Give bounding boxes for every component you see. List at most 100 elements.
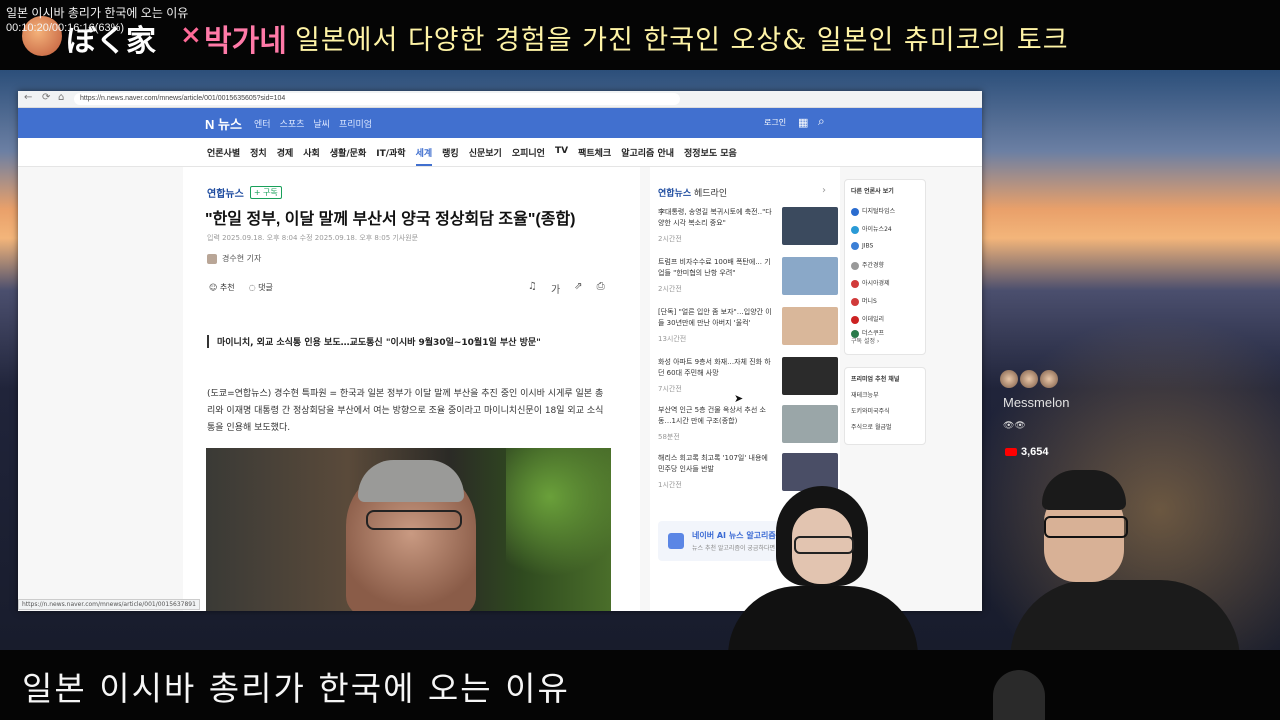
category-tab[interactable]: 팩트체크 [578, 146, 611, 166]
headline-item[interactable]: 부산역 인근 5층 건물 옥상서 추선 소동…1시간 만에 구조(종합) 58분… [658, 405, 838, 449]
category-tab[interactable]: 오피니언 [512, 146, 545, 166]
recommend-label: 추천 [219, 283, 235, 292]
service-link-sports[interactable]: 스포츠 [280, 117, 305, 130]
category-tab[interactable]: 알고리즘 안내 [621, 146, 674, 166]
reporter-name[interactable]: 경수현 기자 [207, 253, 261, 264]
photo-person-hair [358, 460, 464, 502]
category-tab[interactable]: 생활/문화 [330, 146, 366, 166]
article-summary: 마이니치, 외교 소식통 인용 보도…교도통신 "이시바 9월30일~10월1일… [207, 335, 597, 348]
press-logo[interactable]: 연합뉴스 [207, 185, 244, 200]
category-tab[interactable]: TV [555, 146, 568, 166]
headline-time: 2시간전 [658, 235, 682, 243]
tts-icon[interactable]: ♫ [528, 281, 537, 296]
premium-channel-link[interactable]: 재테크능부 [851, 390, 879, 399]
press-name: 머니S [862, 298, 877, 305]
category-tab[interactable]: 신문보기 [469, 146, 502, 166]
avatar [1020, 370, 1038, 388]
article: 연합뉴스 + 구독 "한일 정부, 이달 말께 부산서 양국 정상회담 조율"(… [183, 167, 640, 611]
headline-text: 해리스 회고록 최고록 '107일' 내용에 민주당 인사들 반발 [658, 454, 768, 473]
press-link[interactable]: 머니S [851, 296, 877, 306]
category-tab[interactable]: 정정보도 모음 [684, 146, 737, 166]
press-icon [851, 297, 859, 306]
press-link[interactable]: 이데일리 [851, 314, 884, 324]
press-link[interactable]: 아이뉴스24 [851, 224, 892, 234]
naver-news-logo[interactable]: N 뉴스 [205, 114, 242, 133]
press-icon [851, 225, 859, 234]
photo-person-glasses [366, 510, 462, 530]
press-name: 아이뉴스24 [862, 226, 892, 233]
service-link-weather[interactable]: 날씨 [313, 117, 330, 130]
headline-thumbnail [782, 307, 838, 345]
press-link[interactable]: JIBS [851, 242, 873, 250]
status-bar-url: https://n.news.naver.com/mnews/article/0… [18, 599, 200, 610]
category-tab[interactable]: 정치 [250, 146, 267, 166]
apps-grid-icon[interactable]: ▦ [798, 116, 808, 129]
press-link[interactable]: 디지털타임스 [851, 206, 895, 216]
host-woman-glasses [794, 536, 854, 554]
search-icon[interactable]: ⌕ [818, 114, 825, 129]
home-icon[interactable]: ⌂ [58, 92, 64, 103]
premium-recommend-title: 프리미엄 추천 채널 [851, 376, 900, 383]
press-link[interactable]: 아시아경제 [851, 278, 890, 288]
url-field[interactable]: https://n.news.naver.com/mnews/article/0… [74, 93, 680, 105]
reload-icon[interactable]: ⟳ [42, 92, 50, 103]
smile-icon: ☺ [209, 283, 220, 292]
other-press-panel: 다른 언론사 보기 디지털타임스 아이뉴스24 JIBS 주간경향 아시아경제 … [844, 179, 926, 355]
avatar [1040, 370, 1058, 388]
headline-item[interactable]: 李대통령, 송영길 복귀시토에 축전.."다양한 시각 복소리 중요" 2시간전 [658, 207, 838, 251]
subscription-settings-link[interactable]: 구독 설정 › [851, 336, 879, 345]
comment-button[interactable]: ◌ 댓글 [249, 282, 273, 293]
ai-news-icon [668, 533, 684, 549]
category-nav: 언론사별 정치 경제 사회 생활/문화 IT/과학 세계 랭킹 신문보기 오피니… [18, 138, 982, 167]
print-icon[interactable]: ⎙ [597, 281, 605, 296]
comment-label: 댓글 [258, 283, 273, 292]
recommend-button[interactable]: ☺ 추천 [209, 282, 235, 293]
address-bar: ← ⟳ ⌂ https://n.news.naver.com/mnews/art… [18, 91, 982, 108]
host-man-glasses [1044, 516, 1128, 538]
press-row: 연합뉴스 + 구독 [207, 185, 282, 200]
font-size-icon[interactable]: 가 [551, 281, 560, 296]
channel-name: Messmelon [1003, 395, 1070, 410]
category-tab[interactable]: 경제 [277, 146, 294, 166]
press-name: 주간경향 [862, 262, 885, 269]
article-photo [206, 448, 611, 611]
premium-channel-link[interactable]: 도키와미국주식 [851, 406, 890, 415]
headline-text: 트럼프 비자수수료 100배 폭탄에... 기업들 "한미협의 난항 우려" [658, 258, 771, 277]
press-name: 디지털타임스 [862, 208, 896, 215]
headline-thumbnail [782, 405, 838, 443]
chevron-right-icon[interactable]: › [822, 185, 826, 196]
category-tab[interactable]: IT/과학 [376, 146, 405, 166]
logo-text-kr: 박가네 [204, 24, 287, 59]
headline-item[interactable]: 트럼프 비자수수료 100배 폭탄에... 기업들 "한미협의 난항 우려" 2… [658, 257, 838, 301]
press-icon [851, 279, 859, 288]
article-actions: ☺ 추천 ◌ 댓글 [209, 282, 273, 293]
headline-time: 1시간전 [658, 481, 682, 489]
article-tools: ♫ 가 ⇗ ⎙ [528, 281, 605, 296]
mouse-cursor-icon: ➤ [734, 392, 744, 405]
headline-text: [단독] "얼른 입안 좀 보자"…입양간 이들 30년만에 만난 아버지 '울… [658, 308, 772, 327]
category-tab[interactable]: 랭킹 [442, 146, 459, 166]
press-link[interactable]: 주간경향 [851, 260, 884, 270]
headline-item[interactable]: [단독] "얼른 입안 좀 보자"…입양간 이들 30년만에 만난 아버지 '울… [658, 307, 838, 351]
share-icon[interactable]: ⇗ [574, 281, 582, 296]
category-tab[interactable]: 사회 [303, 146, 320, 166]
headline-panel-title[interactable]: 연합뉴스 헤드라인 [658, 186, 727, 199]
other-press-title: 다른 언론사 보기 [851, 188, 894, 195]
press-icon [851, 207, 859, 216]
subscriber-count: 3,654 [1005, 446, 1049, 458]
service-link-premium[interactable]: 프리미엄 [339, 117, 372, 130]
banner-subtitle: 일본에서 다양한 경험을 가진 한국인 오상& 일본인 츄미코의 토크 [295, 25, 1069, 56]
service-link-entertainment[interactable]: 엔터 [254, 117, 271, 130]
back-icon[interactable]: ← [24, 92, 32, 103]
subscribe-button[interactable]: + 구독 [249, 186, 282, 199]
video-timecode: 00:10:20/00:16:16(63%) [6, 22, 125, 34]
photo-foliage [506, 448, 611, 611]
premium-channel-link[interactable]: 주식으로 월급벌 [851, 422, 892, 431]
category-tab-active[interactable]: 세계 [415, 146, 433, 166]
login-button[interactable]: 로그인 [764, 117, 786, 128]
category-tab[interactable]: 언론사별 [207, 146, 240, 166]
avatar [1000, 370, 1018, 388]
headline-item[interactable]: 화성 아파트 9층서 화재…자체 진화 하던 60대 주민해 사망 7시간전 [658, 357, 838, 401]
naver-header: N 뉴스 엔터 스포츠 날씨 프리미엄 로그인 ▦ ⌕ [18, 108, 982, 138]
press-icon [851, 315, 859, 324]
